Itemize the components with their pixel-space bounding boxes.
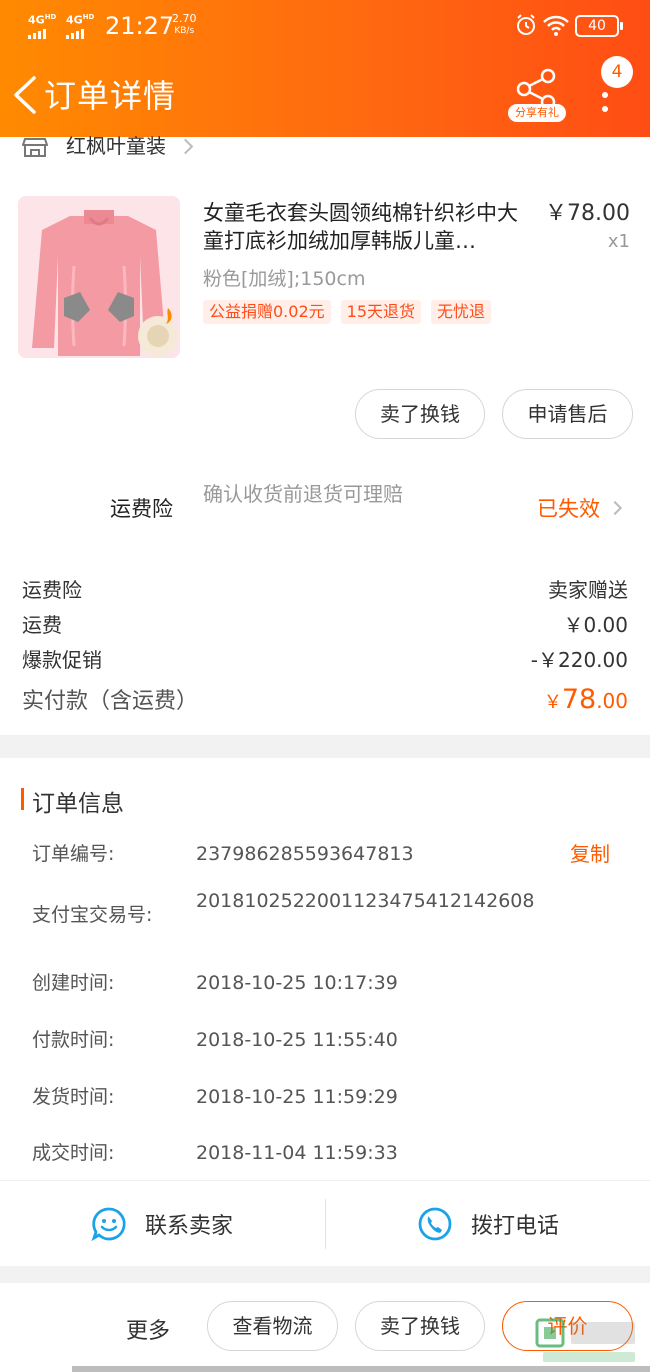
fee-value: ￥0.00 — [563, 613, 628, 637]
order-info-label: 支付宝交易号: — [32, 904, 153, 926]
tag-charity: 公益捐赠0.02元 — [203, 300, 331, 324]
insurance-status-text: 已失效 — [537, 497, 600, 521]
order-number: 237986285593647813 — [196, 843, 414, 865]
speed-unit: KB/s — [174, 26, 195, 36]
fee-row: 运费险 卖家赠送 — [22, 577, 628, 603]
call-phone-label: 拨打电话 — [470, 1214, 559, 1239]
signal-2: 4GHD — [66, 12, 94, 39]
back-arrow-icon[interactable] — [10, 74, 40, 116]
fee-value: 卖家赠送 — [548, 578, 628, 602]
tag-worry-free-return: 无忧退 — [431, 300, 492, 324]
signal-bars-icon — [28, 28, 56, 39]
completed-time: 2018-11-04 11:59:33 — [196, 1142, 398, 1164]
paid-amount-row: 实付款（含运费） ￥78.00 — [22, 683, 628, 715]
status-bar: 4GHD 4GHD 21:27 2.70 KB/s 40 — [0, 0, 650, 52]
shop-name: 红枫叶童装 — [66, 134, 166, 158]
product-sku: 粉色[加绒];150cm — [203, 268, 366, 290]
more-actions-button[interactable]: 更多 — [126, 1313, 170, 1345]
alipay-transaction-number: 2018102522001123475412142608 — [196, 890, 535, 912]
order-info-title: 订单信息 — [32, 791, 124, 817]
chevron-right-icon — [607, 500, 623, 516]
product-quantity: x1 — [607, 231, 630, 252]
wifi-icon — [543, 15, 569, 36]
phone-icon — [418, 1207, 452, 1241]
share-label: 分享有礼 — [508, 104, 566, 122]
paid-label: 实付款（含运费） — [22, 689, 199, 714]
chevron-right-icon — [177, 138, 194, 155]
home-indicator — [72, 1366, 650, 1372]
sell-for-cash-button[interactable]: 卖了换钱 — [355, 389, 485, 439]
order-info-label: 付款时间: — [32, 1029, 115, 1051]
copy-button[interactable]: 复制 — [570, 841, 610, 867]
order-info-label: 成交时间: — [32, 1142, 115, 1164]
product-card: 红枫叶童装 女童毛衣套头圆领纯棉针织衫中大童打底衫加绒加厚韩版儿童… ￥78.0… — [0, 134, 650, 735]
order-info-label: 发货时间: — [32, 1086, 115, 1108]
order-info-section: 订单信息 订单编号: 237986285593647813 复制 支付宝交易号:… — [0, 758, 650, 1180]
shipping-insurance-status[interactable]: 已失效 — [537, 493, 623, 523]
contact-seller-label: 联系卖家 — [144, 1214, 233, 1239]
signal-1: 4GHD — [28, 12, 56, 39]
after-sale-button[interactable]: 申请售后 — [502, 389, 633, 439]
shipping-insurance-label: 运费险 — [110, 497, 173, 521]
tag-return-15-days: 15天退货 — [340, 300, 422, 324]
chat-smile-icon — [91, 1207, 126, 1242]
paid-integer: 78 — [561, 684, 597, 715]
watermark-logo — [535, 1318, 635, 1362]
paid-currency: ￥ — [543, 692, 562, 713]
share-icon — [516, 68, 556, 110]
page-title: 订单详情 — [44, 77, 177, 115]
network-type-2: 4G — [66, 13, 83, 27]
notification-badge: 4 — [601, 56, 633, 88]
section-accent-bar — [21, 788, 24, 810]
sweater-image — [18, 196, 180, 358]
network-hd-2: HD — [82, 13, 95, 21]
fee-row: 运费 ￥0.00 — [22, 612, 628, 638]
share-button[interactable]: 分享有礼 — [508, 66, 566, 122]
order-info-label: 订单编号: — [32, 843, 115, 865]
network-speed: 2.70 KB/s — [172, 13, 197, 37]
more-menu-button[interactable] — [590, 82, 624, 142]
header-background: 4GHD 4GHD 21:27 2.70 KB/s 40 订单详情 分享有礼 4 — [0, 0, 650, 137]
order-info-label: 创建时间: — [32, 972, 115, 994]
store-icon — [22, 138, 48, 157]
created-time: 2018-10-25 10:17:39 — [196, 972, 398, 994]
contact-bar: 联系卖家 拨打电话 — [0, 1180, 650, 1266]
fee-label: 运费 — [22, 613, 62, 637]
fee-label: 爆款促销 — [22, 648, 102, 672]
call-phone-button[interactable]: 拨打电话 — [326, 1181, 650, 1267]
product-price: ￥78.00 — [545, 201, 630, 226]
network-type-1: 4G — [28, 13, 45, 27]
view-logistics-button[interactable]: 查看物流 — [207, 1301, 338, 1351]
speed-value: 2.70 — [172, 12, 197, 25]
shipping-time: 2018-10-25 11:59:29 — [196, 1086, 398, 1108]
signal-bars-icon — [66, 28, 94, 39]
product-tags: 公益捐赠0.02元 15天退货 无忧退 — [203, 300, 492, 324]
clock: 21:27 — [105, 12, 175, 40]
battery-icon: 40 — [575, 15, 623, 37]
payment-time: 2018-10-25 11:55:40 — [196, 1029, 398, 1051]
order-info-row: 支付宝交易号: 2018102522001123475412142608 — [32, 888, 632, 944]
network-hd-1: HD — [44, 13, 57, 21]
product-title[interactable]: 女童毛衣套头圆领纯棉针织衫中大童打底衫加绒加厚韩版儿童… — [203, 199, 538, 255]
shop-link[interactable]: 红枫叶童装 — [22, 134, 194, 159]
alarm-icon — [517, 14, 535, 35]
fee-value: -￥220.00 — [530, 648, 628, 672]
contact-seller-button[interactable]: 联系卖家 — [0, 1181, 324, 1267]
nav-bar: 订单详情 分享有礼 — [0, 52, 650, 137]
shipping-insurance-description: 确认收货前退货可理赔 — [203, 482, 403, 506]
fee-label: 运费险 — [22, 578, 82, 602]
fee-row: 爆款促销 -￥220.00 — [22, 647, 628, 673]
paid-decimal: .00 — [596, 689, 628, 713]
product-image[interactable] — [18, 196, 180, 358]
sell-for-cash-button[interactable]: 卖了换钱 — [355, 1301, 485, 1351]
paid-amount: ￥78.00 — [544, 684, 628, 715]
order-detail-page: 4GHD 4GHD 21:27 2.70 KB/s 40 订单详情 分享有礼 4… — [0, 0, 650, 1372]
